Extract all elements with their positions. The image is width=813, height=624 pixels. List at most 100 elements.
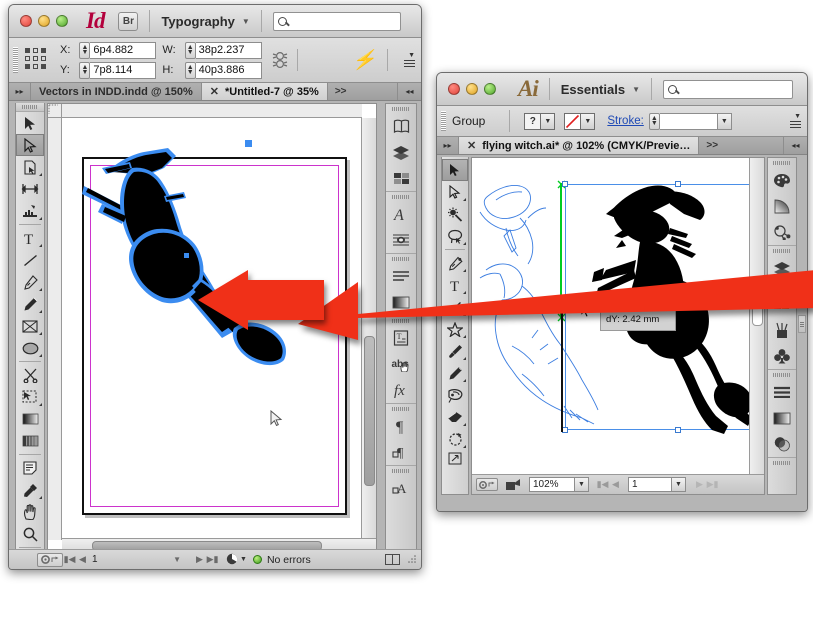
last-artboard-button[interactable]: ▶▮: [706, 479, 719, 490]
zoom-button[interactable]: [484, 83, 496, 95]
transparency-panel-icon[interactable]: [768, 431, 796, 457]
witch-artwork-indesign[interactable]: [72, 138, 312, 368]
expand-left-dock-icon[interactable]: ▸▸: [9, 83, 31, 100]
dock-grip[interactable]: [386, 192, 416, 201]
illustrator-window[interactable]: Ai Essentials ▼ Group ? ▼: [436, 72, 808, 512]
spread-view-icon[interactable]: [385, 554, 400, 565]
indesign-titlebar[interactable]: Id Br Typography ▼: [9, 5, 421, 38]
first-page-button[interactable]: ▮◀: [63, 554, 76, 565]
color-panel-icon[interactable]: [768, 167, 796, 193]
reference-point-proxy[interactable]: [24, 47, 50, 73]
illustrator-panel-dock[interactable]: [767, 157, 797, 495]
paragraph-marks-icon[interactable]: ¶: [386, 413, 416, 439]
tool-star[interactable]: [442, 318, 468, 340]
window-controls[interactable]: [9, 15, 68, 27]
tool-direct-selection[interactable]: [16, 134, 44, 156]
minimize-button[interactable]: [466, 83, 478, 95]
next-artboard-button[interactable]: ▶: [693, 479, 706, 490]
dock-grip[interactable]: [768, 282, 796, 291]
swatches-panel-icon[interactable]: [768, 291, 796, 317]
dock-grip[interactable]: [386, 254, 416, 263]
stroke-weight-control[interactable]: ▲▼ ▼: [649, 113, 732, 130]
indesign-window[interactable]: Id Br Typography ▼: [8, 4, 422, 570]
illustrator-canvas[interactable]: dX: –42.62 mm dY: 2.42 mm: [472, 158, 750, 476]
page-number-field[interactable]: 1: [89, 552, 141, 567]
tool-line[interactable]: [16, 249, 44, 271]
constrain-proportions-icon[interactable]: [271, 49, 289, 71]
tool-direct-selection[interactable]: [442, 181, 468, 203]
zoom-button[interactable]: [56, 15, 68, 27]
ruler-origin-corner[interactable]: [48, 104, 62, 118]
close-button[interactable]: [20, 15, 32, 27]
tool-gap[interactable]: [16, 178, 44, 200]
dock-grip[interactable]: [386, 404, 416, 413]
tool-pencil[interactable]: [442, 362, 468, 384]
paragraph-panel-icon[interactable]: [386, 263, 416, 289]
illustrator-tab-strip[interactable]: ▸▸ ✕ flying witch.ai* @ 102% (CMYK/Previ…: [437, 137, 807, 155]
collapse-right-dock-icon[interactable]: ◂◂: [397, 83, 421, 100]
layers-panel-icon[interactable]: [386, 139, 416, 165]
tool-type[interactable]: T: [16, 227, 44, 249]
next-page-button[interactable]: ▶: [193, 554, 206, 565]
zoom-level-field[interactable]: 102%: [529, 477, 575, 492]
find-change-panel-icon[interactable]: abc: [386, 351, 416, 377]
stroke-swatch-none[interactable]: [564, 113, 581, 130]
h-stepper[interactable]: ▲▼: [185, 62, 196, 79]
dock-grip[interactable]: [768, 370, 796, 379]
share-export-icon[interactable]: [505, 478, 521, 491]
tab-flying-witch[interactable]: ✕ flying witch.ai* @ 102% (CMYK/Previe…: [459, 137, 699, 154]
dock-resize-handle[interactable]: [798, 315, 806, 333]
tool-eraser[interactable]: [442, 406, 468, 428]
h-field[interactable]: 40p3.886: [196, 62, 262, 79]
w-field[interactable]: 38p2.237: [196, 42, 262, 59]
x-field[interactable]: 6p4.882: [90, 42, 156, 59]
tool-rotate[interactable]: [442, 428, 468, 450]
tool-hand[interactable]: [16, 501, 44, 523]
page-dropdown-icon[interactable]: ▼: [141, 555, 181, 564]
indesign-tab-strip[interactable]: ▸▸ Vectors in INDD.indd @ 150% ✕ *Untitl…: [9, 83, 421, 101]
quick-apply-icon[interactable]: ⚡: [352, 48, 376, 72]
workspace-switcher[interactable]: Essentials ▼: [561, 82, 640, 97]
gradient-panel-icon[interactable]: [386, 289, 416, 315]
stroke-color-control[interactable]: ▼: [564, 113, 595, 130]
fill-swatch[interactable]: ?: [524, 113, 541, 130]
tool-note[interactable]: [16, 457, 44, 479]
dock-grip[interactable]: [386, 104, 416, 113]
layers-panel-icon[interactable]: [768, 255, 796, 281]
tool-line-segment[interactable]: [442, 296, 468, 318]
previous-page-button[interactable]: ◀: [76, 554, 89, 565]
previous-artboard-button[interactable]: ◀: [609, 479, 622, 490]
dock-grip[interactable]: [386, 316, 416, 325]
stroke-label[interactable]: Stroke:: [607, 115, 643, 127]
tool-lasso[interactable]: [442, 225, 468, 247]
align-panel-icon[interactable]: [768, 379, 796, 405]
tool-ellipse[interactable]: [16, 337, 44, 359]
tool-gradient-swatch[interactable]: [16, 408, 44, 430]
tool-scissors[interactable]: [16, 364, 44, 386]
stroke-weight-field[interactable]: [660, 113, 718, 130]
selection-handle[interactable]: [562, 427, 568, 433]
close-button[interactable]: [448, 83, 460, 95]
brushes-panel-icon[interactable]: [768, 317, 796, 343]
horizontal-ruler[interactable]: [62, 104, 362, 118]
indesign-control-bar[interactable]: X: ▲▼ 6p4.882 W: ▲▼ 38p2.237 Y: ▲▼ 7p8.: [9, 38, 421, 83]
tool-panel-grip[interactable]: [16, 103, 44, 112]
artboard-number-field[interactable]: 1: [628, 477, 672, 492]
vertical-scroll-thumb[interactable]: [752, 298, 763, 326]
selection-handle[interactable]: [184, 253, 189, 258]
last-page-button[interactable]: ▶▮: [206, 554, 219, 565]
artboard-dropdown-icon[interactable]: ▼: [672, 477, 686, 492]
tool-eyedropper[interactable]: [16, 479, 44, 501]
zoom-dropdown-icon[interactable]: ▼: [575, 477, 589, 492]
tool-magic-wand[interactable]: [442, 203, 468, 225]
dock-grip[interactable]: [768, 158, 796, 167]
glyphs-panel-icon[interactable]: A: [386, 475, 416, 501]
y-stepper[interactable]: ▲▼: [79, 62, 90, 79]
illustrator-control-bar[interactable]: Group ? ▼ ▼ Stroke: ▲▼ ▼: [437, 106, 807, 137]
first-artboard-button[interactable]: ▮◀: [596, 479, 609, 490]
tool-selection[interactable]: [16, 112, 44, 134]
tool-gradient-feather[interactable]: [16, 430, 44, 452]
panel-grip[interactable]: [13, 47, 18, 73]
close-icon[interactable]: ✕: [210, 85, 219, 98]
dock-grip[interactable]: [768, 246, 796, 255]
